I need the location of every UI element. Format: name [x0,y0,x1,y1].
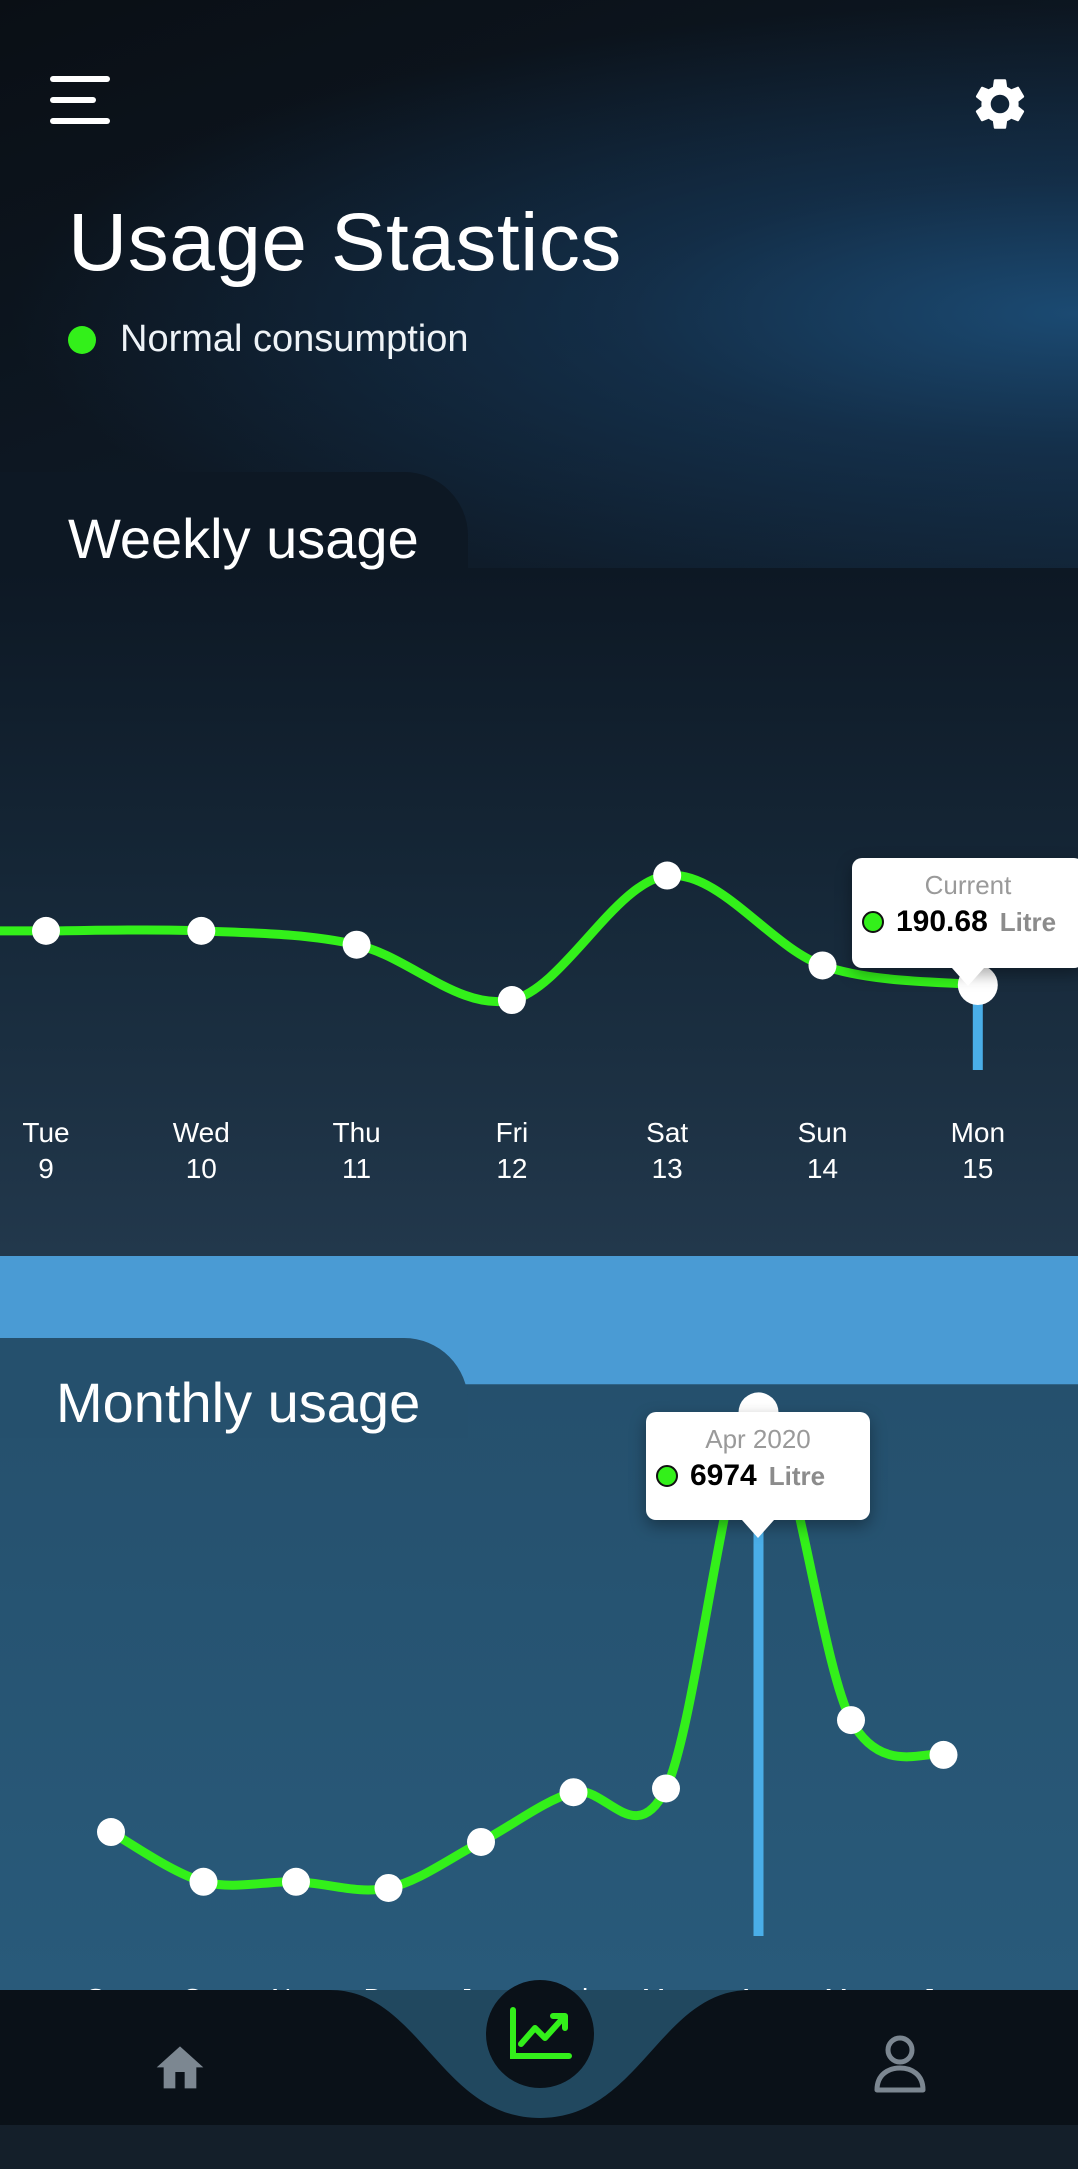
user-icon [874,2035,926,2093]
nav-usage-button[interactable] [486,1980,594,2088]
home-icon [156,2046,204,2089]
nav-profile-button[interactable] [860,2026,940,2102]
bottom-nav-notch [330,1990,750,2118]
chart-trend-icon [510,2007,572,2059]
app-screen: Usage Stastics Normal consumption Weekly… [0,0,1078,2169]
nav-home-button[interactable] [140,2030,220,2100]
system-bar [0,2125,1078,2169]
